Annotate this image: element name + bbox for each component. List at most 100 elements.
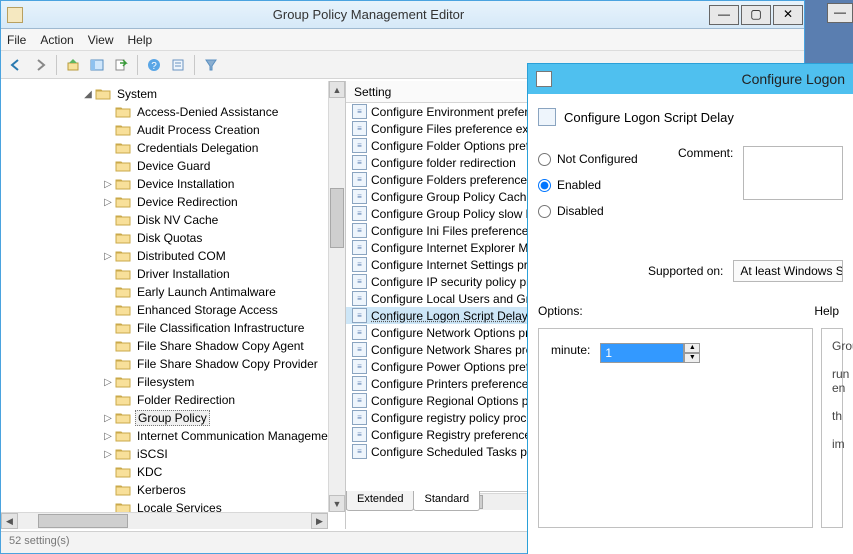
radio-enabled[interactable]: Enabled [538, 172, 678, 198]
comment-textbox[interactable] [743, 146, 843, 200]
tree-item[interactable]: File Share Shadow Copy Agent [3, 337, 345, 355]
setting-label: Configure folder redirection [371, 156, 516, 170]
tree-item[interactable]: Kerberos [3, 481, 345, 499]
tree-item[interactable]: ▷ Device Redirection [3, 193, 345, 211]
tree-item-label[interactable]: Device Guard [135, 159, 212, 173]
menu-help[interactable]: Help [128, 33, 153, 47]
tree-item[interactable]: ▷ Filesystem [3, 373, 345, 391]
dialog-titlebar[interactable]: Configure Logon [528, 64, 853, 94]
spin-down-button[interactable]: ▼ [684, 353, 700, 363]
tree-item[interactable]: Access-Denied Assistance [3, 103, 345, 121]
options-panel: minute: ▲ ▼ [538, 328, 813, 528]
spin-up-button[interactable]: ▲ [684, 343, 700, 353]
close-button[interactable]: ✕ [773, 5, 803, 25]
tree-item[interactable]: ▷ Group Policy [3, 409, 345, 427]
tree-item-label[interactable]: Filesystem [135, 375, 196, 389]
tree-item[interactable]: File Share Shadow Copy Provider [3, 355, 345, 373]
tree-item[interactable]: Device Guard [3, 157, 345, 175]
tree-item-label[interactable]: Folder Redirection [135, 393, 237, 407]
scroll-thumb[interactable] [330, 188, 344, 248]
radio-enabled-input[interactable] [538, 179, 551, 192]
filter-button[interactable] [200, 54, 222, 76]
titlebar[interactable]: Group Policy Management Editor — ▢ ✕ [1, 1, 804, 29]
app-icon [7, 7, 23, 23]
tree-item-label[interactable]: File Share Shadow Copy Provider [135, 357, 320, 371]
scroll-thumb[interactable] [38, 514, 128, 528]
tree-item-label[interactable]: KDC [135, 465, 164, 479]
tree-item-label[interactable]: System [115, 87, 159, 101]
tree-twisty-icon[interactable]: ▷ [101, 377, 115, 388]
tree-item-label[interactable]: Device Redirection [135, 195, 240, 209]
scroll-up-button[interactable]: ▲ [329, 81, 345, 98]
tree-item[interactable]: ▷ Internet Communication Management [3, 427, 345, 445]
tree-vertical-scrollbar[interactable]: ▲ ▼ [328, 81, 345, 512]
up-button[interactable] [62, 54, 84, 76]
tree-item-label[interactable]: Early Launch Antimalware [135, 285, 278, 299]
tree-item[interactable]: ▷ Distributed COM [3, 247, 345, 265]
tree-item-label[interactable]: iSCSI [135, 447, 170, 461]
menu-view[interactable]: View [88, 33, 114, 47]
menu-action[interactable]: Action [40, 33, 73, 47]
tree-twisty-icon[interactable]: ▷ [101, 413, 115, 424]
tree-pane: ◢ System Access-Denied Assistance Audit Pro… [1, 81, 346, 529]
tree-item-label[interactable]: Device Installation [135, 177, 236, 191]
tree-item[interactable]: Audit Process Creation [3, 121, 345, 139]
scroll-right-button[interactable]: ▶ [311, 513, 328, 529]
tree-item-label[interactable]: Internet Communication Management [135, 429, 340, 443]
tree-item[interactable]: Folder Redirection [3, 391, 345, 409]
tree-item-label[interactable]: Distributed COM [135, 249, 228, 263]
tab-extended[interactable]: Extended [346, 491, 414, 511]
tree-item[interactable]: Driver Installation [3, 265, 345, 283]
radio-not-configured-input[interactable] [538, 153, 551, 166]
tree-item[interactable]: Enhanced Storage Access [3, 301, 345, 319]
minute-spin[interactable]: ▲ ▼ [600, 343, 700, 363]
tree-twisty-icon[interactable]: ▷ [101, 179, 115, 190]
tree-twisty-icon[interactable]: ▷ [101, 251, 115, 262]
other-window-minimize-button[interactable]: — [827, 3, 853, 23]
tree-item-label[interactable]: Access-Denied Assistance [135, 105, 280, 119]
tree-item-label[interactable]: Audit Process Creation [135, 123, 262, 137]
tree-item-label[interactable]: Locale Services [135, 501, 224, 512]
scroll-left-button[interactable]: ◀ [1, 513, 18, 529]
scroll-down-button[interactable]: ▼ [329, 495, 345, 512]
tree-item[interactable]: Locale Services [3, 499, 345, 512]
tree-item[interactable]: Credentials Delegation [3, 139, 345, 157]
tree-twisty-icon[interactable]: ▷ [101, 197, 115, 208]
tree-item-label[interactable]: Kerberos [135, 483, 188, 497]
radio-not-configured[interactable]: Not Configured [538, 146, 678, 172]
minute-spin-input[interactable] [600, 343, 684, 363]
tree-twisty-icon[interactable]: ◢ [81, 89, 95, 100]
menu-file[interactable]: File [7, 33, 26, 47]
minimize-button[interactable]: — [709, 5, 739, 25]
tab-standard[interactable]: Standard [413, 491, 480, 511]
back-button[interactable] [5, 54, 27, 76]
tree-item-label[interactable]: Driver Installation [135, 267, 232, 281]
tree-item[interactable]: File Classification Infrastructure [3, 319, 345, 337]
help-button[interactable]: ? [143, 54, 165, 76]
tree-twisty-icon[interactable]: ▷ [101, 449, 115, 460]
tree-item[interactable]: ▷ Device Installation [3, 175, 345, 193]
tree-item[interactable]: Disk NV Cache [3, 211, 345, 229]
forward-button[interactable] [29, 54, 51, 76]
show-hide-tree-button[interactable] [86, 54, 108, 76]
tree-item[interactable]: KDC [3, 463, 345, 481]
radio-disabled[interactable]: Disabled [538, 198, 678, 224]
tree-item-label[interactable]: Credentials Delegation [135, 141, 260, 155]
radio-disabled-input[interactable] [538, 205, 551, 218]
tree-item-label[interactable]: Enhanced Storage Access [135, 303, 280, 317]
tree-twisty-icon[interactable]: ▷ [101, 431, 115, 442]
tree-item[interactable]: Early Launch Antimalware [3, 283, 345, 301]
tree-horizontal-scrollbar[interactable]: ◀ ▶ [1, 512, 328, 529]
tree-item-label[interactable]: Disk NV Cache [135, 213, 220, 227]
policy-setting-icon: ≡ [352, 104, 367, 119]
tree-item-system[interactable]: ◢ System [3, 85, 345, 103]
tree-item-label[interactable]: Group Policy [135, 410, 210, 426]
maximize-button[interactable]: ▢ [741, 5, 771, 25]
tree-item[interactable]: ▷ iSCSI [3, 445, 345, 463]
all-settings-button[interactable] [167, 54, 189, 76]
export-list-button[interactable] [110, 54, 132, 76]
tree-item-label[interactable]: File Share Shadow Copy Agent [135, 339, 306, 353]
tree-item-label[interactable]: File Classification Infrastructure [135, 321, 306, 335]
tree-item[interactable]: Disk Quotas [3, 229, 345, 247]
tree-item-label[interactable]: Disk Quotas [135, 231, 204, 245]
